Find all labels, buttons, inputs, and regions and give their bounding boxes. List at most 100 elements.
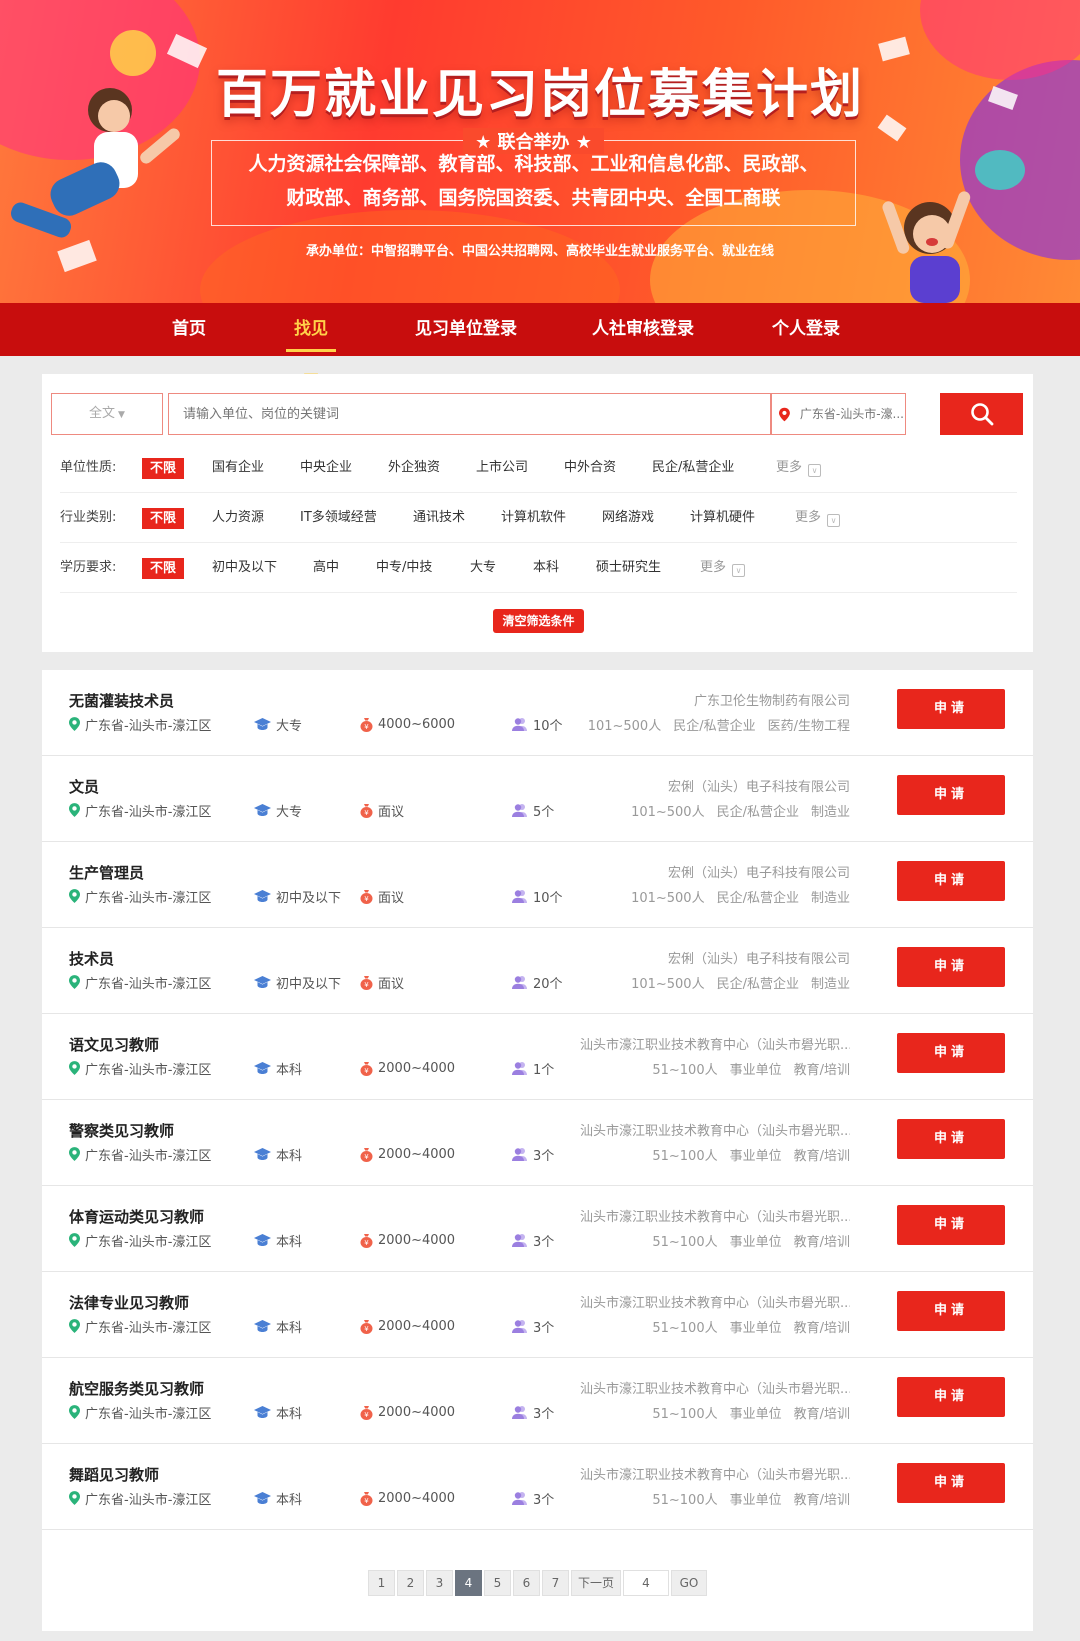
- page-jump-field[interactable]: [623, 1570, 669, 1596]
- job-row[interactable]: 文员 广东省-汕头市-濠江区 大专 ¥ 面议 5个 宏俐（汕头）电子科技有限公司…: [42, 756, 1033, 842]
- job-location: 广东省-汕头市-濠江区: [69, 1403, 211, 1422]
- company-name[interactable]: 广东卫伦生物制药有限公司: [694, 690, 850, 709]
- filter-option[interactable]: 外企独资: [388, 443, 440, 493]
- apply-button[interactable]: 申请: [897, 1291, 1005, 1331]
- next-page-button[interactable]: 下一页: [571, 1570, 621, 1596]
- job-row[interactable]: 体育运动类见习教师 广东省-汕头市-濠江区 本科 ¥ 2000~4000 3个 …: [42, 1186, 1033, 1272]
- apply-button[interactable]: 申请: [897, 775, 1005, 815]
- search-button[interactable]: [940, 393, 1023, 435]
- filter-option[interactable]: 本科: [533, 543, 559, 593]
- job-row[interactable]: 无菌灌装技术员 广东省-汕头市-濠江区 大专 ¥ 4000~6000 10个 广…: [42, 670, 1033, 756]
- page-button[interactable]: 5: [484, 1570, 511, 1596]
- job-row[interactable]: 舞蹈见习教师 广东省-汕头市-濠江区 本科 ¥ 2000~4000 3个 汕头市…: [42, 1444, 1033, 1530]
- page-button[interactable]: 7: [542, 1570, 569, 1596]
- job-row[interactable]: 技术员 广东省-汕头市-濠江区 初中及以下 ¥ 面议 20个 宏俐（汕头）电子科…: [42, 928, 1033, 1014]
- filter-more-button[interactable]: 更多 ∨: [795, 493, 841, 543]
- company-name[interactable]: 宏俐（汕头）电子科技有限公司: [668, 862, 850, 881]
- location-input[interactable]: [789, 394, 905, 434]
- company-info: 101~500人 民企/私营企业 医药/生物工程: [576, 715, 850, 734]
- job-headcount: 5个: [512, 801, 554, 820]
- job-location-text: 广东省-汕头市-濠江区: [85, 890, 212, 906]
- company-name[interactable]: 汕头市濠江职业技术教育中心（汕头市礐光职...: [580, 1120, 850, 1139]
- company-nature: 事业单位: [729, 1149, 782, 1164]
- page-jump-input[interactable]: [624, 1571, 668, 1595]
- filter-option[interactable]: 初中及以下: [212, 543, 277, 593]
- company-size: 51~100人: [652, 1063, 718, 1078]
- svg-text:¥: ¥: [364, 809, 369, 817]
- filter-option[interactable]: 国有企业: [212, 443, 264, 493]
- filter-option[interactable]: IT多领域经营: [300, 493, 377, 543]
- nav-personal-login[interactable]: 个人登录: [771, 303, 841, 356]
- filter-option[interactable]: 网络游戏: [602, 493, 654, 543]
- job-row[interactable]: 警察类见习教师 广东省-汕头市-濠江区 本科 ¥ 2000~4000 3个 汕头…: [42, 1100, 1033, 1186]
- apply-button[interactable]: 申请: [897, 1463, 1005, 1503]
- filter-option[interactable]: 计算机硬件: [690, 493, 755, 543]
- company-name[interactable]: 汕头市濠江职业技术教育中心（汕头市礐光职...: [580, 1034, 850, 1053]
- people-icon: [512, 1406, 527, 1419]
- page-button-current[interactable]: 4: [455, 1570, 482, 1596]
- company-name[interactable]: 汕头市濠江职业技术教育中心（汕头市礐光职...: [580, 1378, 850, 1397]
- filter-more-button[interactable]: 更多 ∨: [700, 543, 746, 593]
- filter-option-selected[interactable]: 不限: [142, 458, 185, 479]
- apply-button[interactable]: 申请: [897, 947, 1005, 987]
- filter-option[interactable]: 高中: [313, 543, 339, 593]
- filter-option[interactable]: 计算机软件: [501, 493, 566, 543]
- company-name[interactable]: 宏俐（汕头）电子科技有限公司: [668, 776, 850, 795]
- job-salary: ¥ 面议: [360, 801, 404, 820]
- filter-option[interactable]: 通讯技术: [413, 493, 465, 543]
- page-button[interactable]: 1: [368, 1570, 395, 1596]
- apply-button[interactable]: 申请: [897, 1205, 1005, 1245]
- apply-button[interactable]: 申请: [897, 1119, 1005, 1159]
- job-title[interactable]: 航空服务类见习教师: [69, 1378, 204, 1399]
- filter-option[interactable]: 上市公司: [476, 443, 528, 493]
- filter-option[interactable]: 中央企业: [300, 443, 352, 493]
- keyword-field[interactable]: [168, 393, 772, 435]
- go-button[interactable]: GO: [671, 1570, 707, 1596]
- job-title[interactable]: 生产管理员: [69, 862, 144, 883]
- job-education-text: 大专: [276, 804, 303, 820]
- company-name[interactable]: 汕头市濠江职业技术教育中心（汕头市礐光职...: [580, 1464, 850, 1483]
- job-headcount: 3个: [512, 1145, 554, 1164]
- job-title[interactable]: 技术员: [69, 948, 114, 969]
- job-title[interactable]: 体育运动类见习教师: [69, 1206, 204, 1227]
- svg-text:¥: ¥: [364, 981, 369, 989]
- nav-find-internship[interactable]: 找见习: [286, 303, 336, 392]
- filter-option-selected[interactable]: 不限: [142, 508, 185, 529]
- job-title[interactable]: 法律专业见习教师: [69, 1292, 189, 1313]
- clear-filters-button[interactable]: 清空筛选条件: [493, 609, 584, 633]
- job-title[interactable]: 无菌灌装技术员: [69, 690, 174, 711]
- job-title[interactable]: 文员: [69, 776, 99, 797]
- nav-hr-review-login[interactable]: 人社审核登录: [592, 303, 694, 356]
- apply-button[interactable]: 申请: [897, 861, 1005, 901]
- filter-more-button[interactable]: 更多 ∨: [776, 443, 822, 493]
- location-field[interactable]: [770, 393, 906, 435]
- filter-option[interactable]: 中专/中技: [376, 543, 432, 593]
- page-button[interactable]: 6: [513, 1570, 540, 1596]
- filter-option[interactable]: 民企/私营企业: [652, 443, 734, 493]
- job-row[interactable]: 法律专业见习教师 广东省-汕头市-濠江区 本科 ¥ 2000~4000 3个 汕…: [42, 1272, 1033, 1358]
- company-name[interactable]: 汕头市濠江职业技术教育中心（汕头市礐光职...: [580, 1292, 850, 1311]
- job-title[interactable]: 舞蹈见习教师: [69, 1464, 159, 1485]
- search-scope-select[interactable]: 全文 ▼: [51, 393, 163, 435]
- job-headcount-text: 3个: [533, 1406, 555, 1422]
- filter-option[interactable]: 中外合资: [564, 443, 616, 493]
- company-name[interactable]: 汕头市濠江职业技术教育中心（汕头市礐光职...: [580, 1206, 850, 1225]
- job-title[interactable]: 语文见习教师: [69, 1034, 159, 1055]
- apply-button[interactable]: 申请: [897, 1033, 1005, 1073]
- nav-unit-login[interactable]: 见习单位登录: [415, 303, 517, 356]
- apply-button[interactable]: 申请: [897, 689, 1005, 729]
- filter-option[interactable]: 人力资源: [212, 493, 264, 543]
- filter-option[interactable]: 大专: [470, 543, 496, 593]
- job-row[interactable]: 航空服务类见习教师 广东省-汕头市-濠江区 本科 ¥ 2000~4000 3个 …: [42, 1358, 1033, 1444]
- apply-button[interactable]: 申请: [897, 1377, 1005, 1417]
- keyword-input[interactable]: [169, 394, 771, 434]
- company-name[interactable]: 宏俐（汕头）电子科技有限公司: [668, 948, 850, 967]
- page-button[interactable]: 3: [426, 1570, 453, 1596]
- nav-home[interactable]: 首页: [168, 303, 210, 356]
- job-row[interactable]: 语文见习教师 广东省-汕头市-濠江区 本科 ¥ 2000~4000 1个 汕头市…: [42, 1014, 1033, 1100]
- job-title[interactable]: 警察类见习教师: [69, 1120, 174, 1141]
- job-row[interactable]: 生产管理员 广东省-汕头市-濠江区 初中及以下 ¥ 面议 10个 宏俐（汕头）电…: [42, 842, 1033, 928]
- page-button[interactable]: 2: [397, 1570, 424, 1596]
- filter-option[interactable]: 硕士研究生: [596, 543, 661, 593]
- filter-option-selected[interactable]: 不限: [142, 558, 185, 579]
